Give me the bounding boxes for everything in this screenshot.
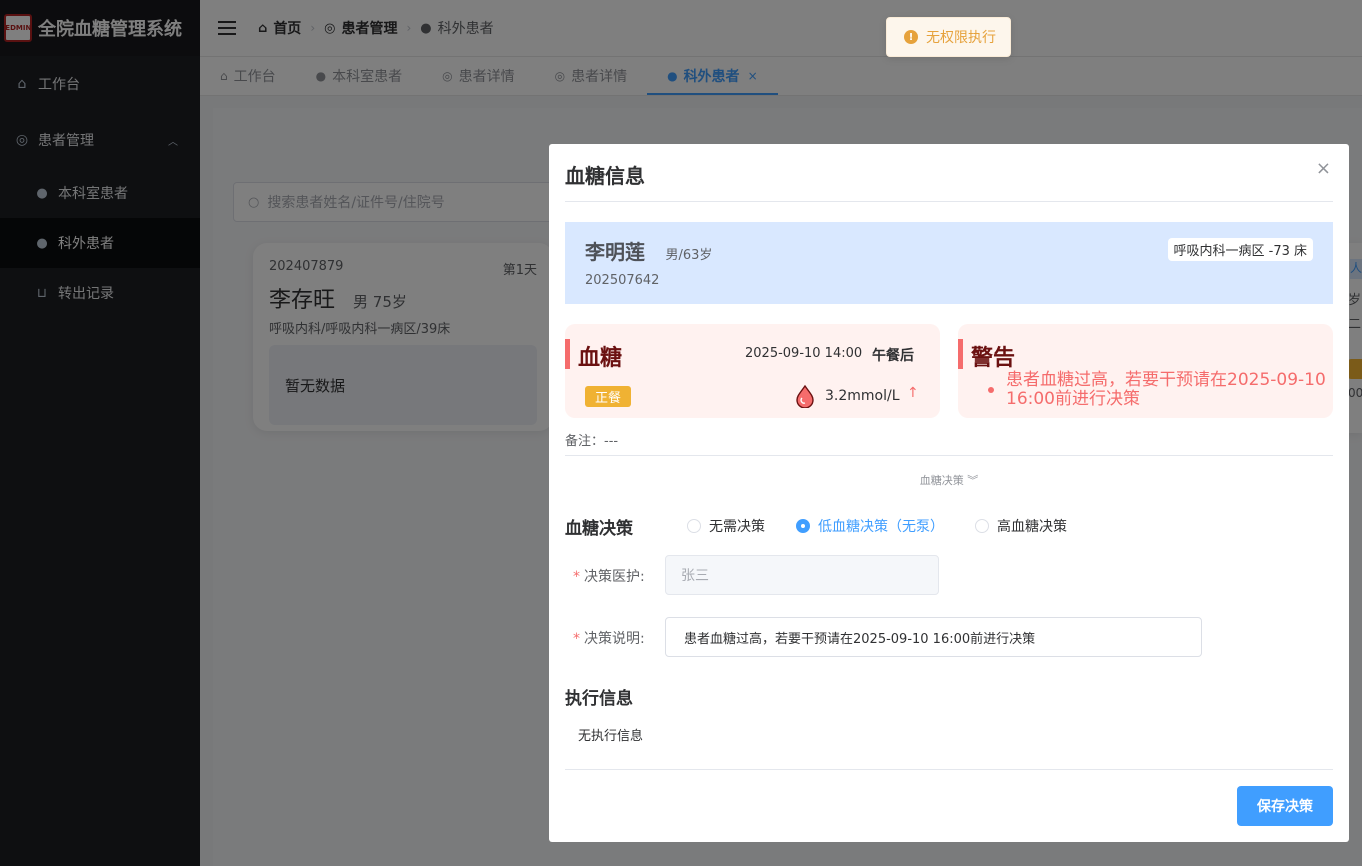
desc-input[interactable]: 患者血糖过高，若要干预请在2025-09-10 16:00前进行决策 bbox=[665, 617, 1202, 657]
arrow-up-icon: ↑ bbox=[907, 385, 919, 401]
radio-circle bbox=[975, 519, 989, 533]
exec-section-title: 执行信息 bbox=[565, 689, 633, 709]
patient-bed-badge: 呼吸内科一病区 -73 床 bbox=[1167, 238, 1313, 261]
glucose-time: 2025-09-10 14:00 bbox=[745, 346, 863, 361]
bullet-dot-icon bbox=[988, 387, 994, 393]
decision-radio-group: 无需决策 低血糖决策（无泵） 高血糖决策 bbox=[687, 516, 1098, 536]
divider bbox=[565, 455, 1333, 456]
radio-label: 无需决策 bbox=[709, 519, 765, 535]
warning-card: 警告 患者血糖过高，若要干预请在2025-09-10 16:00前进行决策 bbox=[958, 324, 1333, 418]
toast-message: ! 无权限执行 bbox=[886, 17, 1011, 57]
warning-card-title: 警告 bbox=[971, 346, 1016, 371]
desc-value: 患者血糖过高，若要干预请在2025-09-10 16:00前进行决策 bbox=[684, 631, 1036, 647]
glucose-card: 血糖 2025-09-10 14:00 午餐后 正餐 3.2mmol/L ↑ bbox=[565, 324, 940, 418]
radio-hyperglycemia-decision[interactable]: 高血糖决策 bbox=[975, 516, 1067, 536]
desc-label: * 决策说明: bbox=[573, 631, 645, 647]
save-decision-button[interactable]: 保存决策 bbox=[1237, 786, 1333, 826]
glucose-dialog: 血糖信息 × 李明莲 男/63岁 202507642 呼吸内科一病区 -73 床… bbox=[549, 144, 1349, 842]
warning-icon: ! bbox=[904, 30, 918, 44]
radio-label: 高血糖决策 bbox=[997, 519, 1067, 535]
doctor-value: 张三 bbox=[681, 568, 709, 584]
doctor-input[interactable]: 张三 bbox=[665, 555, 939, 595]
radio-circle bbox=[687, 519, 701, 533]
doctor-label: * 决策医护: bbox=[573, 569, 645, 585]
remark-text: 备注：--- bbox=[565, 434, 619, 449]
glucose-meal: 午餐后 bbox=[872, 348, 914, 364]
warning-message: 患者血糖过高，若要干预请在2025-09-10 16:00前进行决策 bbox=[1006, 370, 1326, 409]
exec-empty-text: 无执行信息 bbox=[578, 729, 644, 744]
radio-circle bbox=[796, 519, 810, 533]
glucose-value: 3.2mmol/L bbox=[825, 388, 900, 404]
patient-name: 李明莲 bbox=[585, 240, 645, 264]
divider bbox=[565, 201, 1333, 202]
decision-expand-toggle[interactable]: 血糖决策 ︾ bbox=[549, 472, 1349, 488]
close-icon[interactable]: × bbox=[1316, 158, 1331, 179]
radio-hypoglycemia-decision[interactable]: 低血糖决策（无泵） bbox=[796, 516, 944, 536]
card-accent-bar bbox=[565, 339, 570, 369]
patient-gender-age: 男/63岁 bbox=[665, 248, 713, 263]
expand-label: 血糖决策 bbox=[919, 474, 964, 487]
toast-text: 无权限执行 bbox=[926, 30, 996, 46]
glucose-card-title: 血糖 bbox=[578, 346, 623, 371]
card-accent-bar bbox=[958, 339, 963, 369]
blood-drop-icon bbox=[796, 384, 814, 408]
radio-no-decision[interactable]: 无需决策 bbox=[687, 516, 765, 536]
dialog-title: 血糖信息 bbox=[565, 164, 645, 188]
patient-id: 202507642 bbox=[585, 273, 660, 288]
chevron-double-down-icon: ︾ bbox=[963, 474, 979, 487]
radio-label: 低血糖决策（无泵） bbox=[818, 519, 944, 535]
decision-section-title: 血糖决策 bbox=[565, 519, 633, 539]
divider bbox=[565, 769, 1333, 770]
meal-type-badge: 正餐 bbox=[585, 386, 632, 407]
patient-info-banner: 李明莲 男/63岁 202507642 呼吸内科一病区 -73 床 bbox=[565, 222, 1333, 304]
